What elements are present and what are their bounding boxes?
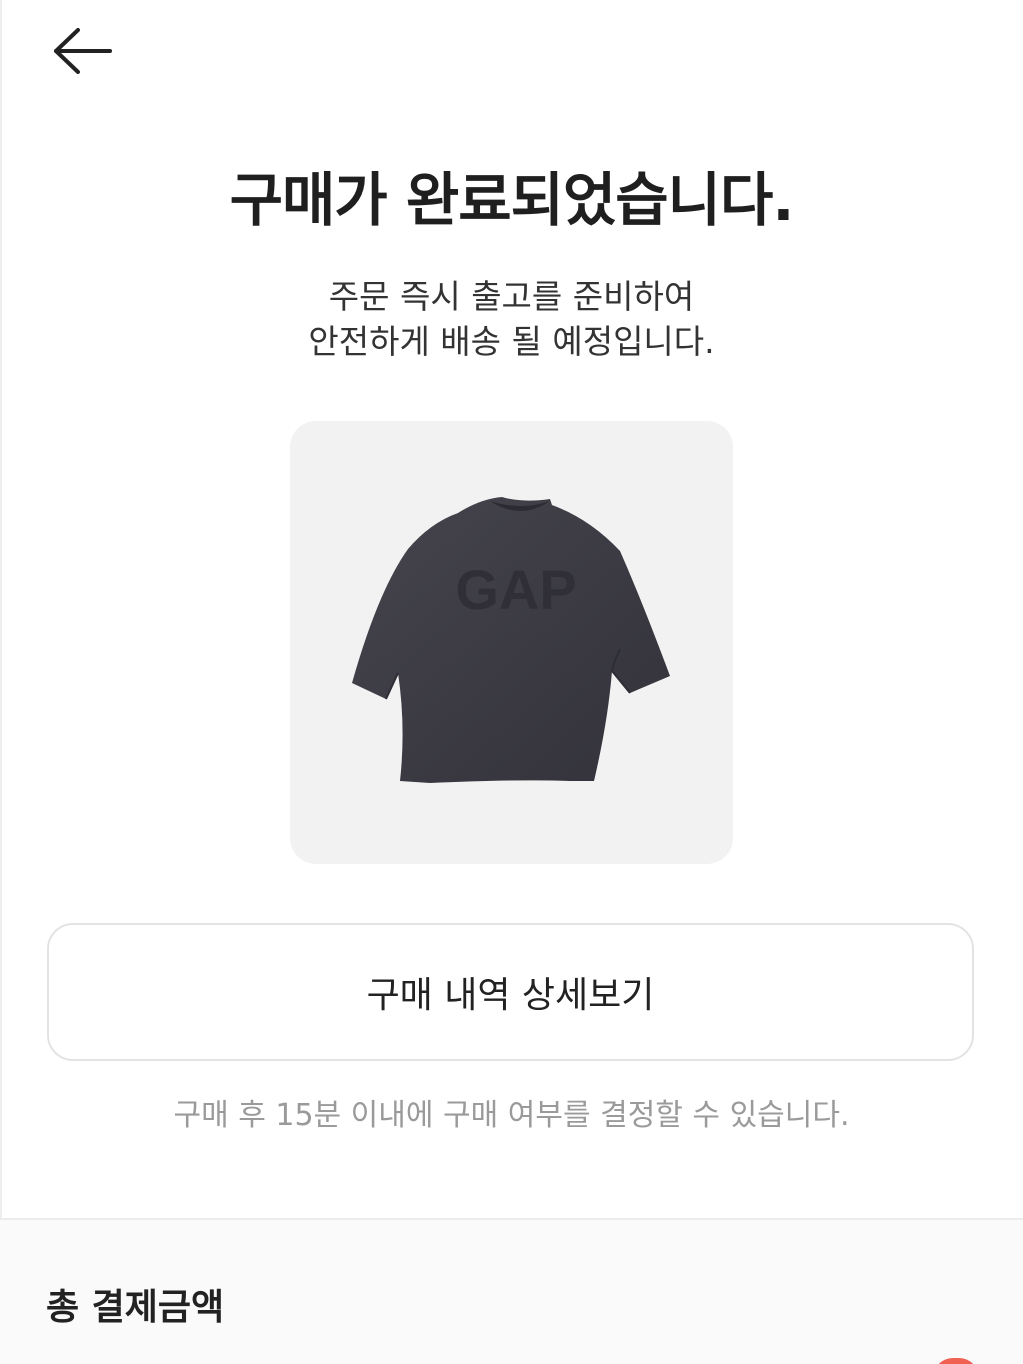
- shipping-message: 주문 즉시 출고를 준비하여 안전하게 배송 될 예정입니다.: [0, 274, 1023, 364]
- purchase-complete-screen: 구매가 완료되었습니다. 주문 즉시 출고를 준비하여 안전하게 배송 될 예정…: [0, 0, 1023, 1364]
- shipping-message-line-2: 안전하게 배송 될 예정입니다.: [308, 322, 715, 361]
- payment-summary-section: 총 결제금액: [0, 1218, 1023, 1364]
- page-title: 구매가 완료되었습니다.: [229, 166, 795, 234]
- back-button[interactable]: [40, 18, 124, 84]
- decision-notice: 구매 후 15분 이내에 구매 여부를 결정할 수 있습니다.: [173, 1098, 850, 1133]
- total-amount-cutoff: [933, 1352, 983, 1364]
- purchase-detail-button[interactable]: 구매 내역 상세보기: [47, 923, 974, 1061]
- gap-print: GAP: [455, 558, 576, 621]
- product-image-card: GAP: [290, 421, 733, 864]
- arrow-left-icon: [54, 28, 112, 74]
- total-amount-glyph-fragment: [933, 1358, 979, 1364]
- product-tshirt-image: GAP: [352, 497, 670, 783]
- shipping-message-line-1: 주문 즉시 출고를 준비하여: [328, 277, 695, 316]
- total-payment-label: 총 결제금액: [46, 1287, 225, 1328]
